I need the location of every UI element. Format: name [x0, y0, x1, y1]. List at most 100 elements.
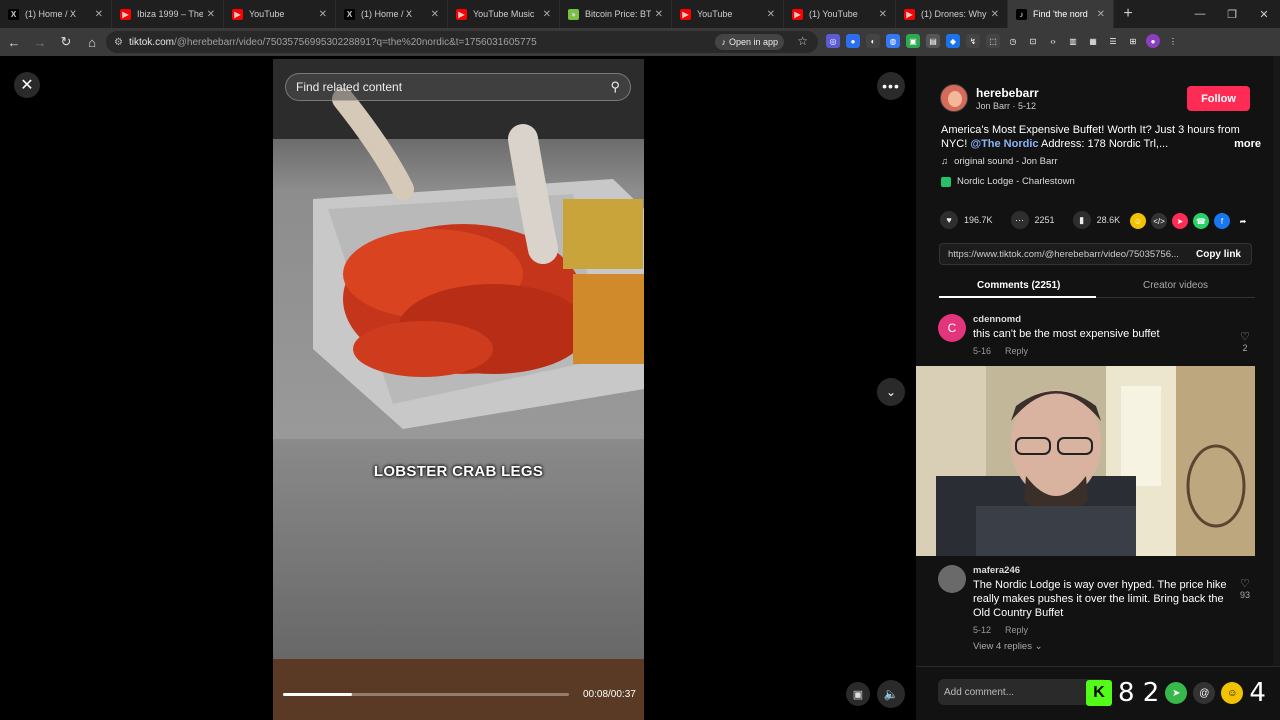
send-icon[interactable]: ➤ — [1172, 213, 1188, 229]
close-tab-icon[interactable]: ✕ — [991, 9, 999, 20]
browser-tab[interactable]: X (1) Home / X ✕ — [0, 0, 112, 28]
reply-button[interactable]: Reply — [1005, 346, 1028, 356]
close-tab-icon[interactable]: ✕ — [767, 9, 775, 20]
friends-share-icon[interactable]: ☺ — [1130, 213, 1146, 229]
site-info-icon[interactable]: ⚙ — [114, 37, 123, 48]
more-button[interactable]: more — [1234, 137, 1261, 151]
like-button[interactable]: ♥ 196.7K — [940, 211, 993, 229]
close-tab-icon[interactable]: ✕ — [95, 9, 103, 20]
extension-icon[interactable]: ▤ — [926, 34, 940, 48]
picture-in-picture-icon[interactable]: ▣ — [846, 682, 870, 706]
panel-tabs: Comments (2251) Creator videos — [939, 276, 1255, 298]
browser-tab[interactable]: ▶ YouTube ✕ — [224, 0, 336, 28]
extension-icon[interactable]: ▥ — [1066, 34, 1080, 48]
location-row[interactable]: Nordic Lodge - Charlestown — [941, 176, 1075, 187]
new-tab-icon[interactable]: + — [1114, 5, 1142, 23]
close-tab-icon[interactable]: ✕ — [543, 9, 551, 20]
extension-icon[interactable]: ◎ — [826, 34, 840, 48]
add-comment-input[interactable]: Add comment... — [938, 679, 1108, 705]
browser-tab-label: (1) YouTube — [809, 9, 858, 19]
extension-icon[interactable]: ◆ — [946, 34, 960, 48]
view-replies-button[interactable]: View 4 replies ⌄ — [973, 641, 1043, 652]
reload-icon[interactable]: ↻ — [54, 30, 78, 54]
forward-icon[interactable]: → — [28, 30, 52, 54]
reply-button[interactable]: Reply — [1005, 625, 1028, 635]
follow-button[interactable]: Follow — [1187, 86, 1250, 111]
browser-tab[interactable]: ♪ Find 'the nord ✕ — [1008, 0, 1114, 28]
progress-bar[interactable] — [283, 693, 569, 696]
extension-icons: ◎ ● ◐ ◍ ▣ ▤ ◆ ↯ ⬚ ◷ ⊡ ‹› ▥ ▦ ☰ ⊞ ● ⋮ — [826, 34, 1180, 48]
commenter-avatar[interactable]: C — [938, 314, 966, 342]
youtube-music-icon: ▶ — [456, 8, 467, 20]
comment-icon: ⋯ — [1010, 211, 1029, 229]
browser-tab[interactable]: ● Bitcoin Price: BTC ✕ — [560, 0, 672, 28]
close-tab-icon[interactable]: ✕ — [1097, 9, 1105, 20]
extension-icon[interactable]: ⬚ — [986, 34, 1000, 48]
like-count: 196.7K — [964, 215, 993, 225]
profile-avatar[interactable]: ● — [1146, 34, 1160, 48]
browser-tab[interactable]: ▶ YouTube Music ✕ — [448, 0, 560, 28]
share-link-url[interactable]: https://www.tiktok.com/@herebebarr/video… — [948, 249, 1186, 260]
browser-tab[interactable]: ▶ YouTube ✕ — [672, 0, 784, 28]
close-tab-icon[interactable]: ✕ — [207, 9, 215, 20]
open-in-app-button[interactable]: ♪ Open in app — [715, 34, 784, 50]
author-username[interactable]: herebebarr — [976, 86, 1039, 100]
browser-tab[interactable]: X (1) Home / X ✕ — [336, 0, 448, 28]
close-tab-icon[interactable]: ✕ — [319, 9, 327, 20]
home-icon[interactable]: ⌂ — [80, 30, 104, 54]
comment-like-button[interactable]: ♡ 93 — [1240, 577, 1250, 600]
comment-button[interactable]: ⋯ 2251 — [1010, 211, 1055, 229]
browser-tab-label: (1) Home / X — [25, 9, 77, 19]
volume-icon[interactable]: 🔈 — [877, 680, 905, 708]
heart-outline-icon: ♡ — [1240, 331, 1250, 343]
extension-icon[interactable]: ● — [846, 34, 860, 48]
browser-tab[interactable]: ▶ (1) YouTube ✕ — [784, 0, 896, 28]
mention-link[interactable]: @The Nordic — [970, 138, 1038, 150]
menu-icon[interactable]: ⋮ — [1166, 34, 1180, 48]
commenter-avatar[interactable] — [938, 565, 966, 593]
extension-icon[interactable]: ⊡ — [1026, 34, 1040, 48]
save-button[interactable]: ▮ 28.6K — [1072, 211, 1120, 229]
back-icon[interactable]: ← — [2, 30, 26, 54]
extension-icon[interactable]: ⊞ — [1126, 34, 1140, 48]
extension-icon[interactable]: ◐ — [866, 34, 880, 48]
address-bar[interactable]: ⚙ tiktok.com/@herebebarr/video/750357569… — [106, 31, 818, 53]
embed-icon[interactable]: </> — [1151, 213, 1167, 229]
commenter-username[interactable]: mafera246 — [973, 565, 1020, 576]
commenter-username[interactable]: cdennomd — [973, 314, 1021, 325]
extension-icon[interactable]: ‹› — [1046, 34, 1060, 48]
close-icon[interactable]: ✕ — [14, 72, 40, 98]
url-path: /@herebebarr/video/7503575699530228891?q… — [173, 36, 537, 48]
minimize-icon[interactable]: — — [1184, 8, 1216, 20]
more-options-icon[interactable]: ••• — [877, 72, 905, 100]
video-player[interactable]: Find related content ⚲ LOBSTER CRAB LEGS… — [273, 59, 644, 720]
author-avatar[interactable] — [940, 84, 968, 112]
extension-icon[interactable]: ▦ — [1086, 34, 1100, 48]
bookmark-star-icon[interactable]: ☆ — [797, 34, 808, 48]
find-related-search[interactable]: Find related content ⚲ — [285, 73, 631, 101]
extension-icon[interactable]: ◷ — [1006, 34, 1020, 48]
close-tab-icon[interactable]: ✕ — [879, 9, 887, 20]
search-icon[interactable]: ⚲ — [610, 79, 620, 95]
extension-icon[interactable]: ▣ — [906, 34, 920, 48]
sound-row[interactable]: ♫ original sound - Jon Barr — [941, 156, 1058, 167]
youtube-icon: ▶ — [232, 8, 243, 20]
share-arrow-icon[interactable]: ➦ — [1235, 213, 1251, 229]
comment-like-button[interactable]: ♡ 2 — [1240, 330, 1250, 353]
restore-icon[interactable]: ❐ — [1216, 8, 1248, 21]
chevron-down-icon[interactable]: ⌄ — [877, 378, 905, 406]
copy-link-button[interactable]: Copy link — [1196, 249, 1241, 260]
extension-icon[interactable]: ↯ — [966, 34, 980, 48]
browser-tab[interactable]: ▶ (1) Drones: Why U ✕ — [896, 0, 1008, 28]
close-window-icon[interactable]: ✕ — [1248, 8, 1280, 21]
tab-creator-videos[interactable]: Creator videos — [1143, 280, 1208, 291]
tab-comments[interactable]: Comments (2251) — [977, 280, 1060, 291]
whatsapp-icon[interactable]: ☎ — [1193, 213, 1209, 229]
close-tab-icon[interactable]: ✕ — [431, 9, 439, 20]
page-scrollbar[interactable] — [1273, 56, 1280, 720]
extension-icon[interactable]: ◍ — [886, 34, 900, 48]
close-tab-icon[interactable]: ✕ — [655, 9, 663, 20]
facebook-icon[interactable]: f — [1214, 213, 1230, 229]
extension-icon[interactable]: ☰ — [1106, 34, 1120, 48]
browser-tab[interactable]: ▶ Ibiza 1999 – The V ✕ — [112, 0, 224, 28]
